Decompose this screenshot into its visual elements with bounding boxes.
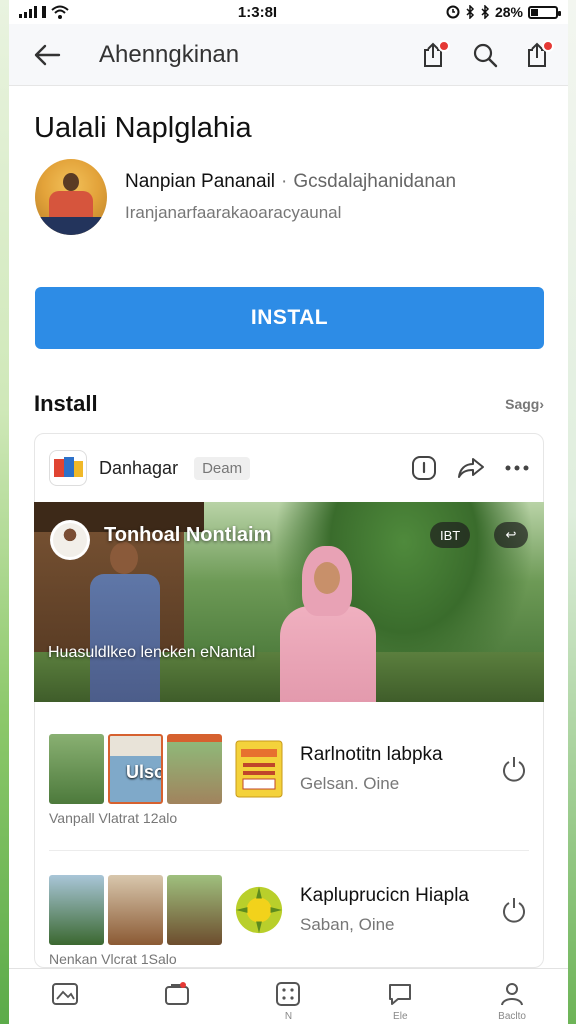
power-icon[interactable]: [499, 754, 529, 784]
section-header: Install Sagg›: [9, 349, 568, 417]
app-description: Iranjanarfaarakaoaracyaunal: [125, 203, 342, 222]
screen: 1:3:8I 28% Ahenngkinan Ualali Naplglahia…: [9, 0, 568, 1024]
image-icon: [51, 983, 78, 1005]
nav-item-apps[interactable]: N: [248, 981, 328, 1022]
post-author[interactable]: Danhagar: [99, 458, 178, 479]
list-item-title: Rarlnotitn labpka: [300, 744, 443, 765]
app-category: Gcsdalajhanidanan: [293, 171, 457, 192]
list-item[interactable]: Ulso Rarlnotitn labpka Gelsan. Oine: [35, 734, 543, 804]
hero-avatar: [50, 520, 90, 560]
apps-icon: [276, 982, 301, 1006]
status-time: 1:3:8I: [237, 3, 278, 21]
hero-chip[interactable]: IBT: [430, 522, 471, 548]
thumbnail: [167, 875, 222, 945]
thumbnail: Ulso: [108, 734, 163, 804]
hero-replay-chip[interactable]: ↩: [494, 522, 528, 548]
arrow-left-icon: [34, 44, 61, 65]
battery-percent: 28%: [494, 4, 523, 20]
search-icon: [473, 43, 498, 67]
bluetooth-icon: [481, 5, 490, 19]
hero-title: Tonhoal Nontlaim: [104, 524, 272, 546]
nav-item-store[interactable]: [137, 981, 217, 1011]
store-icon: [164, 982, 189, 1005]
info-icon[interactable]: [411, 455, 437, 481]
status-bar: 1:3:8I 28%: [9, 0, 568, 24]
decorative-right-edge: [568, 0, 576, 1024]
notification-dot: [438, 39, 450, 52]
post-card: Danhagar Deam Tonhoal Nontlaim IBT ↩ Hua…: [34, 433, 544, 968]
share-button[interactable]: [418, 39, 450, 70]
list-item-subtitle: Gelsan. Oine: [300, 774, 400, 793]
person-man: [82, 542, 166, 702]
developer-avatar[interactable]: [35, 159, 107, 235]
install-button[interactable]: INSTAL: [35, 287, 544, 349]
list-item-caption: Vanpall Vlatrat 12alo: [49, 810, 178, 826]
developer-name[interactable]: Nanpian Pananail: [125, 171, 275, 193]
section-title: Install: [34, 391, 98, 416]
wifi-icon: [51, 5, 69, 19]
alarm-icon: [446, 5, 460, 19]
thumbnail-label: Ulso: [126, 762, 163, 782]
thumbnail: [49, 734, 104, 804]
search-button[interactable]: [470, 40, 500, 70]
bottom-nav: N Ele Baclto: [9, 968, 568, 1024]
share-button-alt[interactable]: [522, 39, 554, 70]
see-all-link[interactable]: Sagg›: [505, 396, 544, 412]
battery-level: [531, 8, 538, 16]
app-title: Ualali Naplglahia: [34, 112, 252, 144]
chat-icon: [389, 984, 412, 1005]
post-badge: Deam: [194, 456, 251, 480]
hero-caption: Huasuldlkeo lencken eNantal: [48, 644, 256, 661]
developer-row: Nanpian Pananail · Gcsdalajhanidanan Ira…: [9, 145, 568, 235]
list-item[interactable]: Kapluprucicn Hiapla Saban, Oine: [35, 875, 543, 945]
separator: ·: [281, 171, 288, 192]
divider: [49, 850, 529, 851]
post-hero-image[interactable]: Tonhoal Nontlaim IBT ↩ Huasuldlkeo lenck…: [34, 502, 544, 702]
list-item-subtitle: Saban, Oine: [300, 915, 395, 934]
thumbnail: [49, 875, 104, 945]
back-button[interactable]: [31, 39, 63, 71]
nav-item-profile[interactable]: Baclto: [472, 981, 552, 1022]
list-item-title: Kapluprucicn Hiapla: [300, 885, 469, 906]
thumbnail: [108, 875, 163, 945]
share-arrow-icon[interactable]: [457, 456, 485, 480]
nav-item-chat[interactable]: Ele: [360, 981, 440, 1022]
list-item-caption: Nenkan Vlcrat 1Salo: [49, 951, 177, 967]
bluetooth-icon: [466, 5, 475, 19]
post-logo: [49, 450, 87, 486]
person-woman: [266, 546, 386, 702]
profile-icon: [501, 983, 524, 1006]
decorative-left-edge: [0, 0, 9, 1024]
sim-icon: [42, 6, 46, 18]
app-bar: Ahenngkinan: [9, 24, 568, 86]
notification-dot: [542, 39, 554, 52]
nav-item-gallery[interactable]: [25, 981, 105, 1011]
app-bar-title: Ahenngkinan: [99, 40, 240, 68]
battery-icon: [528, 5, 561, 19]
signal-icon: [19, 6, 37, 18]
sun-logo-icon: [234, 879, 284, 941]
more-icon[interactable]: [505, 464, 529, 472]
thumbnail: [167, 734, 222, 804]
power-icon[interactable]: [499, 895, 529, 925]
badge-logo-icon: [234, 738, 284, 800]
post-header: Danhagar Deam: [35, 434, 543, 486]
